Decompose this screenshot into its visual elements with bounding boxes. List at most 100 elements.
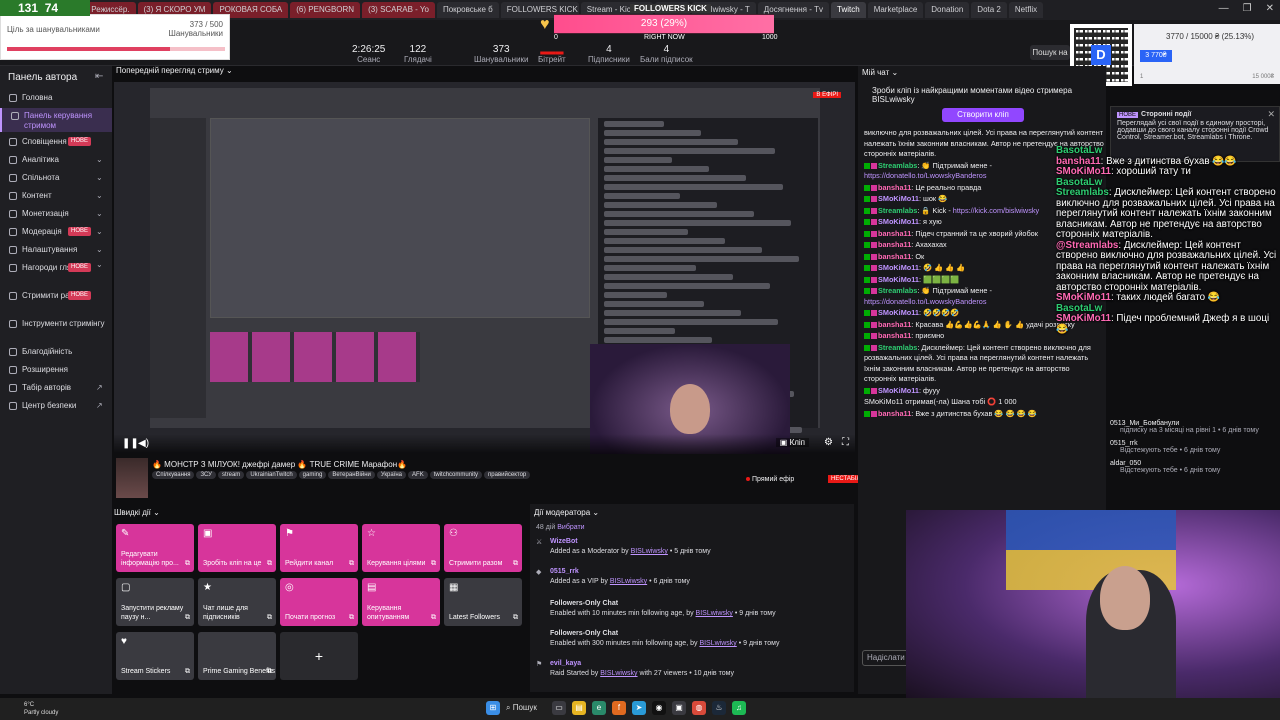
- sidebar-item[interactable]: Центр безпеки ↗: [0, 398, 112, 414]
- stream-preview-video[interactable]: В ЕФІРІ ❚❚ ◀) ▣ Кліп ⚙ ⛶: [114, 82, 855, 454]
- mod-action-user[interactable]: BISLwiwsky: [699, 640, 736, 647]
- quick-action-tile[interactable]: ☆ Керування цілями ⧉: [362, 524, 440, 572]
- mod-action-user[interactable]: BISLwiwsky: [696, 610, 733, 617]
- sidebar-item[interactable]: Інструменти стримінгу: [0, 316, 112, 340]
- sidebar-item[interactable]: Благодійність: [0, 344, 112, 360]
- stream-tag[interactable]: AFK: [408, 471, 428, 479]
- chat-username[interactable]: Streamlabs: [878, 161, 917, 170]
- chat-username[interactable]: SMoKiMo11: [878, 194, 919, 203]
- mod-action-title[interactable]: evil_kaya: [536, 660, 846, 667]
- mod-action-user[interactable]: BISLwiwsky: [600, 670, 637, 677]
- quick-action-tile[interactable]: ★ Чат лише для підписників ⧉: [198, 578, 276, 626]
- chrome-icon[interactable]: ◍: [692, 701, 706, 715]
- stream-tag[interactable]: stream: [217, 471, 245, 479]
- category-thumbnail[interactable]: [116, 458, 148, 498]
- quick-action-tile[interactable]: ▦ Latest Followers ⧉: [444, 578, 522, 626]
- quick-action-tile[interactable]: ✎ Редагувати інформацію про... ⧉: [116, 524, 194, 572]
- browser-tab[interactable]: Dota 2: [971, 2, 1007, 18]
- chat-username[interactable]: bansha11: [878, 320, 911, 329]
- chat-header[interactable]: Мій чат ⌄: [862, 68, 898, 77]
- browser-tab[interactable]: Twitch: [831, 2, 866, 18]
- sidebar-item[interactable]: Стримити разом НОВЕ: [0, 288, 112, 312]
- edge-icon[interactable]: e: [592, 701, 606, 715]
- sidebar-item[interactable]: Сповіщення НОВЕ: [0, 134, 112, 150]
- chat-username[interactable]: SMoKiMo11: [878, 308, 919, 317]
- chat-username[interactable]: Streamlabs: [878, 206, 917, 215]
- quick-action-tile[interactable]: ⚇ Стримити разом ⧉: [444, 524, 522, 572]
- telegram-icon[interactable]: ➤: [632, 701, 646, 715]
- stream-tag[interactable]: ЗСУ: [196, 471, 216, 479]
- sidebar-item[interactable]: Монетизація ⌄: [0, 206, 112, 222]
- browser-tab[interactable]: Marketplace: [867, 2, 924, 18]
- activity-name[interactable]: 0515_rrk: [1110, 440, 1280, 447]
- mod-actions-header[interactable]: Дії модератора ⌄: [534, 508, 599, 517]
- quick-action-tile[interactable]: ◎ Почати прогноз ⧉: [280, 578, 358, 626]
- windows-start-icon[interactable]: ⊞: [486, 701, 500, 715]
- browser-tab[interactable]: Netflix: [1008, 2, 1044, 18]
- collapse-arrow-icon[interactable]: ⇤: [95, 71, 103, 82]
- close-icon[interactable]: ✕: [1267, 109, 1275, 120]
- steam-icon[interactable]: ♨: [712, 701, 726, 715]
- weather-widget[interactable]: 6°C Partly cloudy: [24, 701, 58, 717]
- stream-tag[interactable]: gaming: [298, 471, 327, 479]
- gear-icon[interactable]: ⚙: [824, 437, 833, 448]
- obs-icon[interactable]: ◉: [652, 701, 666, 715]
- sidebar-item[interactable]: Нагороди глядачів НОВЕ ⌄: [0, 260, 112, 284]
- chat-username[interactable]: Streamlabs: [878, 286, 917, 295]
- stream-tag[interactable]: правийсектор: [484, 471, 531, 479]
- mod-action-title[interactable]: Followers-Only Chat: [536, 600, 846, 607]
- mod-action-user[interactable]: BISLwiwsky: [610, 578, 647, 585]
- minimize-icon[interactable]: —: [1219, 3, 1229, 14]
- quick-actions-header[interactable]: Швидкі дії ⌄: [114, 508, 160, 517]
- chat-username[interactable]: bansha11: [878, 409, 911, 418]
- sidebar-item[interactable]: Спільнота ⌄: [0, 170, 112, 186]
- file-explorer-icon[interactable]: ▤: [572, 701, 586, 715]
- chat-username[interactable]: SMoKiMo11: [878, 217, 919, 226]
- browser-tab[interactable]: Donation: [925, 2, 970, 18]
- mod-action-user[interactable]: BISLwiwsky: [631, 548, 668, 555]
- task-view-icon[interactable]: ▭: [552, 701, 566, 715]
- browser-tab[interactable]: Покровське б: [436, 2, 499, 18]
- firefox-icon[interactable]: f: [612, 701, 626, 715]
- clip-button[interactable]: ▣ Кліп: [775, 438, 809, 447]
- close-icon[interactable]: ✕: [1266, 3, 1274, 14]
- chat-username[interactable]: bansha11: [878, 183, 911, 192]
- stream-tag[interactable]: twitchcommunity: [429, 471, 483, 479]
- activity-name[interactable]: aldar_050: [1110, 460, 1280, 467]
- create-clip-button[interactable]: Створити кліп: [942, 108, 1024, 122]
- sidebar-item[interactable]: Розширення: [0, 362, 112, 378]
- taskbar-search[interactable]: ⌕ Пошук: [506, 703, 546, 713]
- mod-action-title[interactable]: 0515_rrk: [536, 568, 846, 575]
- chat-username[interactable]: SMoKiMo11: [878, 263, 919, 272]
- chat-link[interactable]: https://donatello.to/LwowskyBanderos: [864, 297, 987, 306]
- quick-action-tile[interactable]: Prime Gaming Benefits ⧉: [198, 632, 276, 680]
- chat-username[interactable]: bansha11: [878, 331, 911, 340]
- search-button[interactable]: Пошук на: [1030, 45, 1070, 60]
- chat-username[interactable]: bansha11: [878, 252, 911, 261]
- app-icon[interactable]: ▣: [672, 701, 686, 715]
- sidebar-item[interactable]: Головна: [0, 90, 112, 106]
- chat-username[interactable]: SMoKiMo11: [878, 275, 919, 284]
- chat-link[interactable]: https://donatello.to/LwowskyBanderos: [864, 171, 987, 180]
- quick-action-tile[interactable]: ▢ Запустити рекламу паузу н... ⧉: [116, 578, 194, 626]
- fullscreen-icon[interactable]: ⛶: [842, 437, 849, 448]
- maximize-icon[interactable]: ❐: [1243, 3, 1252, 14]
- pause-icon[interactable]: ❚❚: [122, 438, 139, 449]
- quick-action-tile[interactable]: ⚑ Рейдити канал ⧉: [280, 524, 358, 572]
- quick-action-tile[interactable]: ▤ Керування опитуванням ⧉: [362, 578, 440, 626]
- preview-header[interactable]: Попередній перегляд стриму ⌄: [112, 66, 854, 80]
- chat-link[interactable]: https://kick.com/bislwiwsky: [953, 206, 1039, 215]
- quick-action-tile[interactable]: ♥ Stream Stickers ⧉: [116, 632, 194, 680]
- quick-action-tile[interactable]: ▣ Зробіть кліп на це ⧉: [198, 524, 276, 572]
- sidebar-item[interactable]: Контент ⌄: [0, 188, 112, 204]
- chat-username[interactable]: bansha11: [878, 229, 911, 238]
- sidebar-item[interactable]: Табір авторів ↗: [0, 380, 112, 396]
- stream-tag[interactable]: ВетеранВійни: [328, 471, 375, 479]
- sidebar-item[interactable]: Налаштування ⌄: [0, 242, 112, 258]
- sidebar-item[interactable]: Панель керування стримом: [0, 108, 112, 132]
- mod-action-title[interactable]: Followers-Only Chat: [536, 630, 846, 637]
- volume-icon[interactable]: ◀): [138, 438, 149, 449]
- chat-username[interactable]: Streamlabs: [878, 343, 917, 352]
- browser-tab[interactable]: (3) SCARAB - Yo: [362, 2, 435, 18]
- stream-tag[interactable]: UkrainianTwitch: [246, 471, 297, 479]
